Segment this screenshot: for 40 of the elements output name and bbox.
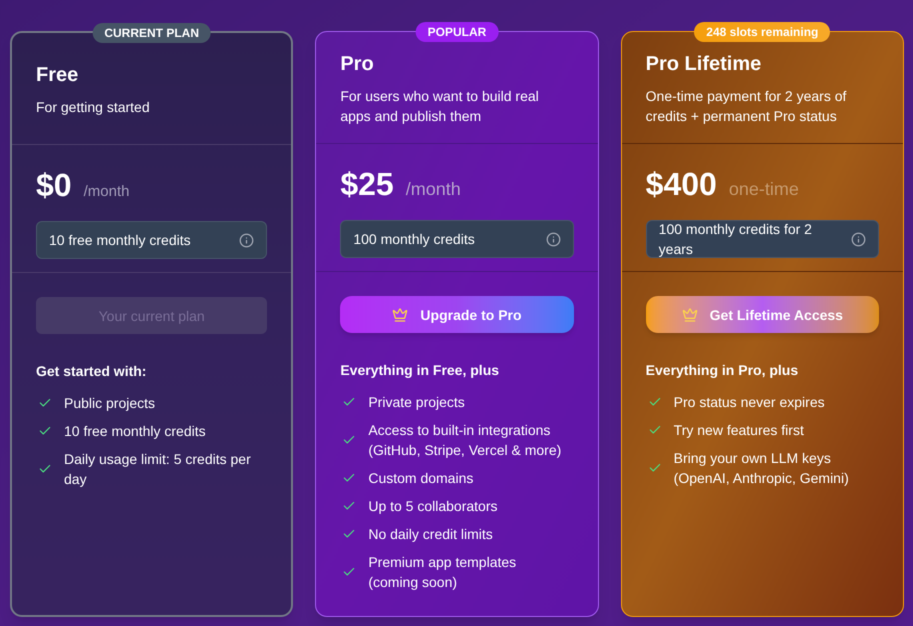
plan-button[interactable]: Upgrade to Pro xyxy=(340,296,574,333)
price-amount: $25 xyxy=(340,165,394,204)
plan-description: For getting started xyxy=(36,98,151,116)
feature-item: Access to built-in integrations (GitHub, Stripe, Vercel & more) xyxy=(368,421,562,460)
feature-item: Custom domains xyxy=(368,469,474,488)
price-amount: $400 xyxy=(646,165,717,204)
plan-badge: 248 slots remaining xyxy=(694,22,830,42)
features-heading: Get started with: xyxy=(36,362,148,381)
plan-title: Pro xyxy=(340,52,375,76)
feature-item: No daily credit limits xyxy=(368,525,493,544)
price-period: /month xyxy=(406,178,461,201)
plan-badge: CURRENT PLAN xyxy=(92,23,211,43)
feature-item: Premium app templates (coming soon) xyxy=(368,553,518,592)
feature-item: Up to 5 collaborators xyxy=(368,497,498,516)
crown-icon xyxy=(392,306,408,322)
feature-item: Public projects xyxy=(64,394,156,413)
plan-description: One-time payment for 2 years of credits + permanent Pro status xyxy=(646,86,848,126)
credits-text: 100 monthly credits for 2 years xyxy=(658,220,813,259)
feature-item: 10 free monthly credits xyxy=(64,422,206,441)
crown-icon xyxy=(682,306,698,322)
features-heading: Everything in Pro, plus xyxy=(646,361,800,380)
features-heading: Everything in Free, plus xyxy=(340,361,500,380)
credits-text: 100 monthly credits xyxy=(353,230,475,249)
price-period: /month xyxy=(84,182,130,202)
plan-title: Free xyxy=(36,62,80,88)
feature-item: Private projects xyxy=(368,393,465,412)
plan-title: Pro Lifetime xyxy=(646,52,762,76)
feature-item: Daily usage limit: 5 credits per day xyxy=(64,450,252,489)
info-icon xyxy=(546,232,561,246)
info-icon xyxy=(239,232,254,248)
info-icon xyxy=(851,232,866,246)
plan-badge: POPULAR xyxy=(416,22,498,42)
plan-description: For users who want to build real apps and publish them xyxy=(340,86,540,126)
price-amount: $0 xyxy=(36,166,72,205)
feature-item: Try new features first xyxy=(674,421,804,440)
credits-text: 10 free monthly credits xyxy=(49,231,191,250)
plan-button[interactable]: Get Lifetime Access xyxy=(646,296,879,333)
price-period: one-time xyxy=(728,178,799,201)
feature-item: Bring your own LLM keys (OpenAI, Anthropic, Gemini) xyxy=(674,449,850,488)
feature-item: Pro status never expires xyxy=(674,393,825,412)
